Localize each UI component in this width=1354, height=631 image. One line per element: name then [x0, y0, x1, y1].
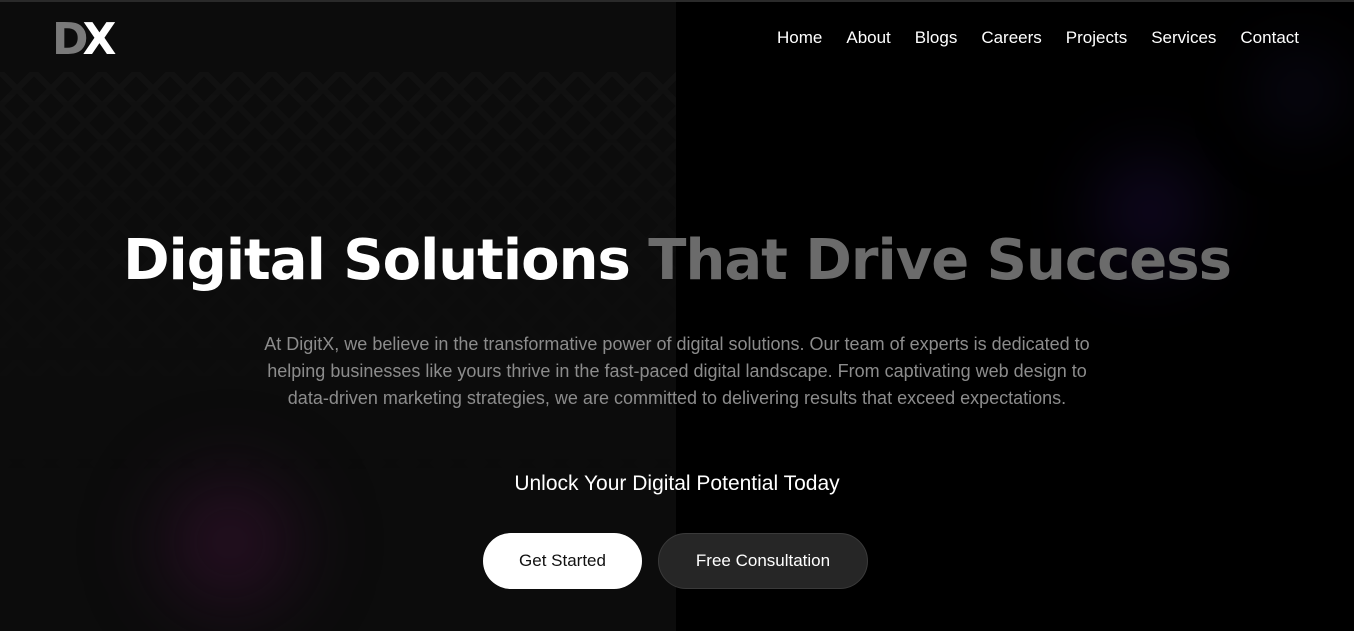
hero-title-bright: Digital Solutions — [123, 228, 631, 293]
purple-glow-decoration — [130, 442, 330, 631]
logo-letter-x: X — [82, 14, 117, 65]
hero-description: At DigitX, we believe in the transformat… — [264, 334, 1090, 408]
hero-title-dim: That Drive Success — [648, 228, 1232, 293]
main-navigation: Home About Blogs Careers Projects Servic… — [753, 28, 1299, 48]
brand-logo[interactable]: DX — [52, 18, 116, 62]
logo-letter-d: D — [52, 14, 88, 65]
nav-item-projects[interactable]: Projects — [1066, 28, 1127, 48]
nav-item-careers[interactable]: Careers — [981, 28, 1041, 48]
hero-tagline: Unlock Your Digital Potential Today — [514, 472, 840, 495]
get-started-button[interactable]: Get Started — [483, 533, 642, 589]
nav-item-home[interactable]: Home — [777, 28, 822, 48]
nav-item-blogs[interactable]: Blogs — [915, 28, 958, 48]
nav-item-about[interactable]: About — [846, 28, 890, 48]
nav-item-services[interactable]: Services — [1151, 28, 1216, 48]
landing-page: DX Home About Blogs Careers Projects Ser… — [0, 0, 1354, 631]
free-consultation-button[interactable]: Free Consultation — [658, 533, 868, 589]
nav-item-contact[interactable]: Contact — [1240, 28, 1299, 48]
hero-title: Digital Solutions That Drive Success — [0, 228, 1354, 293]
